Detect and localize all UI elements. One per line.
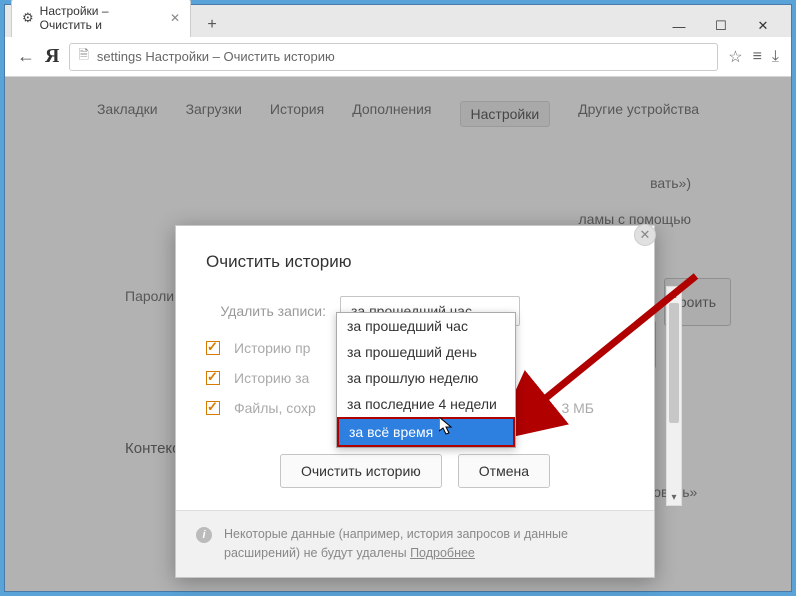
time-range-dropdown: за прошедший час за прошедший день за пр… — [336, 312, 516, 448]
back-button[interactable]: ← — [17, 46, 35, 67]
scroll-up-icon[interactable]: ▴ — [667, 287, 681, 303]
maximize-button[interactable]: ☐ — [701, 15, 741, 37]
yandex-logo[interactable]: Я — [45, 45, 59, 68]
tab-title: Настройки – Очистить и — [40, 4, 160, 32]
tab-bar: ⚙ Настройки – Очистить и ✕ + — ☐ ✕ — [5, 5, 791, 37]
delete-records-label: Удалить записи: — [206, 303, 326, 319]
new-tab-button[interactable]: + — [199, 13, 225, 37]
checkbox-history-label: Историю пр — [234, 340, 310, 356]
footer-link[interactable]: Подробнее — [410, 546, 475, 560]
content-area: Закладки Загрузки История Дополнения Нас… — [5, 77, 791, 591]
minimize-button[interactable]: — — [659, 15, 699, 37]
option-past-week[interactable]: за прошлую неделю — [337, 365, 515, 391]
dialog-title: Очистить историю — [206, 252, 624, 272]
clear-history-dialog: ✕ Очистить историю Удалить записи: за пр… — [175, 225, 655, 578]
close-tab-icon[interactable]: ✕ — [170, 11, 180, 25]
dialog-body: Очистить историю Удалить записи: за прош… — [176, 226, 654, 416]
option-past-hour[interactable]: за прошедший час — [337, 313, 515, 339]
checkbox-cache[interactable] — [206, 401, 220, 415]
cancel-button[interactable]: Отмена — [458, 454, 550, 488]
scroll-down-icon[interactable]: ▾ — [667, 489, 681, 505]
cache-size: 3 МБ — [561, 400, 624, 416]
address-text: settings Настройки – Очистить историю — [97, 49, 335, 64]
footer-text: Некоторые данные (например, история запр… — [224, 527, 568, 560]
close-window-button[interactable]: ✕ — [743, 15, 783, 37]
window-controls: — ☐ ✕ — [659, 15, 785, 37]
info-icon: i — [196, 527, 212, 543]
scroll-thumb[interactable] — [669, 303, 679, 423]
tab-settings[interactable]: ⚙ Настройки – Очистить и ✕ — [11, 0, 191, 37]
dialog-close-button[interactable]: ✕ — [634, 224, 656, 246]
address-bar[interactable]: 🗎 settings Настройки – Очистить историю — [69, 43, 718, 71]
gear-icon: ⚙ — [22, 10, 34, 26]
page-icon: 🗎 — [78, 46, 88, 68]
checkbox-cache-label: Файлы, сохр — [234, 400, 316, 416]
option-past-day[interactable]: за прошедший день — [337, 339, 515, 365]
scrollbar[interactable]: ▴ ▾ — [666, 286, 682, 506]
checkbox-downloads[interactable] — [206, 371, 220, 385]
checkbox-history[interactable] — [206, 341, 220, 355]
option-all-time[interactable]: за всё время — [337, 417, 515, 447]
dialog-footer: i Некоторые данные (например, история за… — [176, 510, 654, 577]
menu-button[interactable]: ≡ — [753, 48, 762, 66]
option-past-4-weeks[interactable]: за последние 4 недели — [337, 391, 515, 417]
toolbar: ← Я 🗎 settings Настройки – Очистить исто… — [5, 37, 791, 77]
clear-history-button[interactable]: Очистить историю — [280, 454, 442, 488]
download-button[interactable]: ⤓ — [772, 48, 779, 66]
browser-window: ⚙ Настройки – Очистить и ✕ + — ☐ ✕ ← Я 🗎… — [4, 4, 792, 592]
bookmark-button[interactable]: ☆ — [728, 47, 742, 67]
checkbox-downloads-label: Историю за — [234, 370, 309, 386]
